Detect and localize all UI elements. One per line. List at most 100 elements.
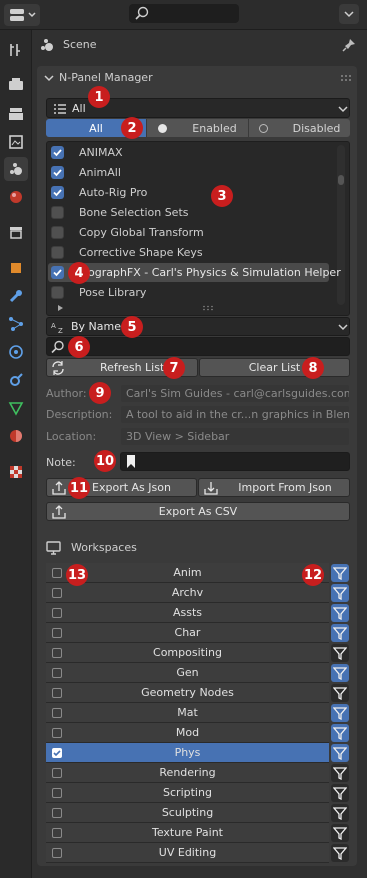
workspace-row[interactable]: Texture Paint bbox=[46, 823, 329, 843]
output-tab[interactable] bbox=[4, 102, 28, 126]
addon-checkbox-bone-selection-sets[interactable] bbox=[51, 206, 64, 219]
collection-tab[interactable] bbox=[4, 220, 28, 244]
addon-label: Auto-Rig Pro bbox=[79, 186, 148, 199]
export-csv-button[interactable]: Export As CSV bbox=[46, 502, 350, 521]
import-json-label: Import From Json bbox=[238, 481, 332, 494]
addon-checkbox-corrective-shape-keys[interactable] bbox=[51, 246, 64, 259]
sort-alpha-icon: A Z bbox=[51, 322, 63, 334]
workspace-row[interactable]: Compositing bbox=[46, 643, 329, 663]
workspace-row[interactable]: Phys bbox=[46, 743, 329, 763]
pin-icon[interactable] bbox=[341, 37, 357, 53]
workspace-filter-toggle[interactable] bbox=[331, 764, 349, 782]
sort-dropdown[interactable]: A Z By Name bbox=[46, 317, 350, 336]
addon-checkbox-graphfx[interactable] bbox=[51, 266, 64, 279]
modifiers-tab[interactable] bbox=[4, 284, 28, 308]
render-tab[interactable] bbox=[4, 72, 28, 96]
workspace-filter-toggle[interactable] bbox=[331, 724, 349, 742]
addon-search-input[interactable] bbox=[46, 337, 350, 356]
workspace-row[interactable]: Sculpting bbox=[46, 803, 329, 823]
workspace-label: Compositing bbox=[153, 646, 222, 659]
radio-icon bbox=[258, 123, 268, 133]
workspace-filter-toggle[interactable] bbox=[331, 844, 349, 862]
note-label: Note: bbox=[46, 456, 76, 469]
physics-tab[interactable] bbox=[4, 340, 28, 364]
workspace-filter-toggle[interactable] bbox=[331, 564, 349, 582]
category-dropdown-value: All bbox=[72, 102, 86, 115]
editor-type-icon bbox=[10, 9, 36, 21]
header-search-input[interactable] bbox=[129, 4, 239, 23]
annotation-badge: 12 bbox=[302, 564, 324, 586]
world-tab[interactable] bbox=[4, 185, 28, 209]
workspace-filter-toggle[interactable] bbox=[331, 684, 349, 702]
filter-funnel-icon bbox=[333, 667, 347, 680]
workspace-filter-toggle[interactable] bbox=[331, 804, 349, 822]
workspace-row[interactable]: Gen bbox=[46, 663, 329, 683]
workspace-label: Mat bbox=[177, 706, 198, 719]
workspace-row[interactable]: Rendering bbox=[46, 763, 329, 783]
workspace-label: Rendering bbox=[159, 766, 216, 779]
workspace-filter-toggle[interactable] bbox=[331, 644, 349, 662]
workspace-row[interactable]: Archv bbox=[46, 583, 329, 603]
triangle-right-icon[interactable] bbox=[57, 304, 65, 312]
workspaces-title: Workspaces bbox=[71, 541, 137, 554]
workspace-filter-toggle[interactable] bbox=[331, 744, 349, 762]
particles-tab[interactable] bbox=[4, 312, 28, 336]
note-input[interactable] bbox=[120, 452, 350, 471]
addon-checkbox-pose-library[interactable] bbox=[51, 286, 64, 299]
filter-tab-disabled-label: Disabled bbox=[292, 121, 341, 135]
workspace-row[interactable]: Mod bbox=[46, 723, 329, 743]
addon-list-scrollbar[interactable] bbox=[337, 145, 345, 305]
editor-type-button[interactable] bbox=[4, 4, 40, 26]
workspace-filter-toggle[interactable] bbox=[331, 704, 349, 722]
workspace-filter-toggle[interactable] bbox=[331, 604, 349, 622]
workspace-row[interactable]: Anim bbox=[46, 563, 329, 583]
chevron-down-icon[interactable] bbox=[43, 72, 55, 84]
workspace-filter-toggle[interactable] bbox=[331, 784, 349, 802]
workspace-row[interactable]: Scripting bbox=[46, 783, 329, 803]
scene-tab[interactable] bbox=[4, 157, 28, 181]
filter-tab-enabled-label: Enabled bbox=[192, 121, 237, 135]
constraints-tab[interactable] bbox=[4, 368, 28, 392]
addon-label: Corrective Shape Keys bbox=[79, 246, 203, 259]
workspace-filter-toggle[interactable] bbox=[331, 664, 349, 682]
addon-checkbox-copy-global-transform[interactable] bbox=[51, 226, 64, 239]
addon-checkbox-auto-rig-pro[interactable] bbox=[51, 186, 64, 199]
workspace-label: Mod bbox=[175, 726, 200, 739]
workspace-row[interactable]: UV Editing bbox=[46, 843, 329, 863]
addon-label: Copy Global Transform bbox=[79, 226, 204, 239]
annotation-badge: 10 bbox=[94, 450, 116, 472]
view-layer-tab[interactable] bbox=[4, 130, 28, 154]
workspace-row[interactable]: Geometry Nodes bbox=[46, 683, 329, 703]
workspace-filter-toggle[interactable] bbox=[331, 584, 349, 602]
resize-grip-icon[interactable] bbox=[202, 305, 214, 311]
tool-settings-icon bbox=[10, 44, 20, 56]
data-tab[interactable] bbox=[4, 396, 28, 420]
view-layer-icon bbox=[9, 135, 23, 149]
workspace-filter-toggle[interactable] bbox=[331, 824, 349, 842]
addon-checkbox-animall[interactable] bbox=[51, 166, 64, 179]
material-tab[interactable] bbox=[4, 424, 28, 448]
workspace-row[interactable]: Char bbox=[46, 623, 329, 643]
object-tab[interactable] bbox=[4, 256, 28, 280]
output-printer-icon bbox=[9, 108, 23, 120]
filter-tab-disabled[interactable]: Disabled bbox=[249, 119, 350, 137]
import-json-button[interactable]: Import From Json bbox=[198, 478, 350, 497]
filter-funnel-icon bbox=[333, 707, 347, 720]
filter-tab-enabled[interactable]: Enabled bbox=[147, 119, 248, 137]
annotation-badge: 5 bbox=[121, 316, 143, 338]
drag-handle-icon[interactable] bbox=[340, 74, 352, 82]
filter-funnel-icon bbox=[333, 827, 347, 840]
filter-funnel-icon bbox=[333, 767, 347, 780]
tool-tab[interactable] bbox=[4, 38, 28, 62]
workspace-row[interactable]: Assts bbox=[46, 603, 329, 623]
chevron-down-icon[interactable] bbox=[339, 4, 359, 24]
clear-list-button[interactable]: Clear List bbox=[199, 358, 350, 377]
workspace-monitor-icon bbox=[46, 541, 61, 555]
author-value: Carl's Sim Guides - carl@carlsguides.com bbox=[120, 384, 350, 403]
workspace-row[interactable]: Mat bbox=[46, 703, 329, 723]
refresh-list-label: Refresh List bbox=[100, 361, 165, 374]
addon-checkbox-animax[interactable] bbox=[51, 146, 64, 159]
location-value: 3D View > Sidebar bbox=[120, 427, 350, 446]
workspace-filter-toggle[interactable] bbox=[331, 624, 349, 642]
texture-tab[interactable] bbox=[4, 460, 28, 484]
